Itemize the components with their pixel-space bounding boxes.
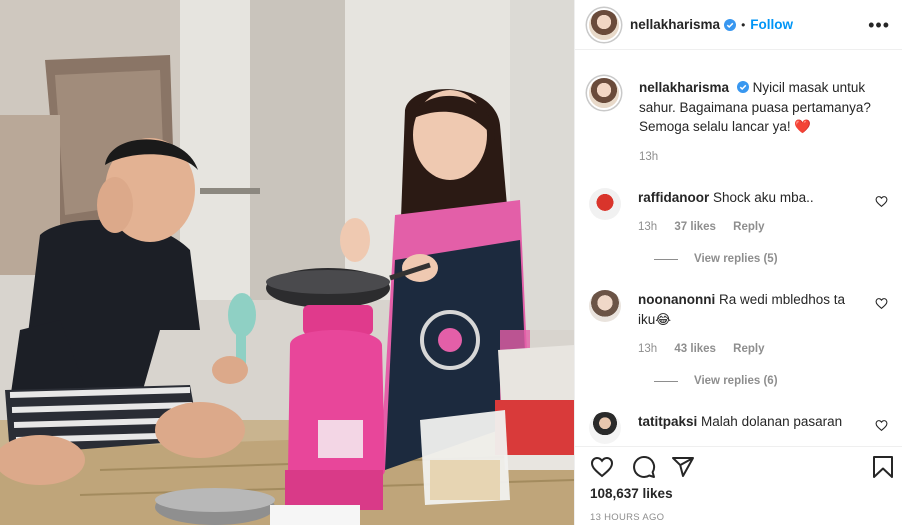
comment-text: Shock aku mba.. — [713, 189, 814, 205]
reply-button[interactable]: Reply — [733, 343, 764, 355]
comment-item: tatitpaksi Malah dolanan pasaran — [589, 412, 888, 444]
comment-meta: 13h 37 likes Reply — [638, 221, 858, 233]
comment-icon[interactable] — [632, 455, 656, 479]
post-detail-panel: nellakharisma • Follow ••• nellakharisma… — [574, 0, 902, 525]
comment-item: noonanonni Ra wedi mbledhos ta iku😂 13h … — [589, 290, 888, 355]
more-options-icon[interactable]: ••• — [868, 15, 890, 36]
caption-meta: 13h — [639, 151, 879, 163]
view-replies-label: View replies (6) — [694, 375, 778, 387]
post-image — [0, 0, 574, 525]
comment-avatar[interactable] — [589, 290, 621, 322]
caption-text-block: nellakharisma Nyicil masak untuk sahur. … — [639, 78, 879, 137]
heart-icon[interactable] — [875, 195, 888, 208]
comment-time[interactable]: 13h — [638, 221, 657, 233]
heart-icon[interactable] — [875, 419, 888, 432]
separator-dot: • — [741, 17, 746, 32]
verified-icon — [724, 18, 737, 31]
bookmark-icon[interactable] — [872, 455, 894, 479]
view-replies-button[interactable]: View replies (6) — [654, 375, 888, 387]
share-icon[interactable] — [671, 455, 695, 479]
comment-item: raffidanoor Shock aku mba.. 13h 37 likes… — [589, 187, 888, 233]
like-count[interactable]: 108,637 likes — [590, 486, 673, 501]
comment-text: Malah dolanan pasaran — [701, 414, 843, 429]
heart-icon[interactable] — [875, 297, 888, 310]
post-actions — [575, 446, 902, 482]
view-replies-line — [654, 258, 678, 260]
post-timestamp[interactable]: 13 HOURS AGO — [590, 512, 664, 523]
heart-icon[interactable] — [590, 455, 614, 479]
comment-time[interactable]: 13h — [638, 343, 657, 355]
caption-avatar[interactable] — [589, 78, 619, 108]
post-caption: nellakharisma Nyicil masak untuk sahur. … — [589, 50, 888, 163]
comment-avatar[interactable] — [589, 187, 621, 220]
avatar[interactable] — [589, 9, 619, 40]
post-author-username[interactable]: nellakharisma — [630, 17, 720, 32]
view-replies-line — [654, 380, 678, 382]
follow-button[interactable]: Follow — [750, 17, 793, 32]
comment-username[interactable]: noonanonni — [638, 292, 715, 307]
caption-username[interactable]: nellakharisma — [639, 80, 729, 95]
caption-time[interactable]: 13h — [639, 151, 658, 163]
post-photo[interactable] — [0, 0, 574, 525]
view-replies-label: View replies (5) — [694, 253, 778, 265]
reply-button[interactable]: Reply — [733, 221, 764, 233]
comment-text-block: raffidanoor Shock aku mba.. — [638, 188, 858, 208]
verified-icon — [736, 81, 749, 93]
view-replies-button[interactable]: View replies (5) — [654, 253, 888, 265]
comment-likes[interactable]: 43 likes — [674, 343, 716, 355]
comment-meta: 13h 43 likes Reply — [638, 343, 858, 355]
comments-list[interactable]: nellakharisma Nyicil masak untuk sahur. … — [575, 50, 902, 446]
comment-avatar[interactable] — [589, 412, 621, 444]
comment-text-block: tatitpaksi Malah dolanan pasaran — [638, 412, 858, 432]
comment-text-block: noonanonni Ra wedi mbledhos ta iku😂 — [638, 290, 858, 329]
comment-username[interactable]: raffidanoor — [638, 190, 709, 205]
comment-username[interactable]: tatitpaksi — [638, 414, 697, 429]
post-header: nellakharisma • Follow ••• — [575, 0, 902, 50]
comment-likes[interactable]: 37 likes — [674, 221, 716, 233]
